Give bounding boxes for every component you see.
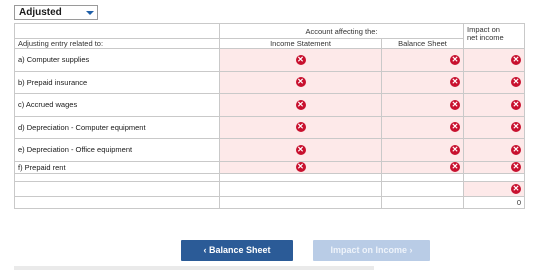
x-circle-icon: ✕ (511, 183, 521, 194)
row-label: d) Depreciation - Computer equipment (14, 115, 220, 139)
spacer-cell (219, 172, 382, 182)
empty-cell (381, 195, 464, 209)
income-statement-select[interactable]: ✕ (219, 48, 382, 72)
income-statement-select[interactable]: ✕ (219, 70, 382, 94)
income-statement-select[interactable]: ✕ (219, 115, 382, 139)
income-statement-select[interactable]: ✕ (219, 160, 382, 174)
x-circle-icon: ✕ (450, 162, 460, 172)
account-affecting-header: Account affecting the: (219, 23, 464, 39)
blank-header (14, 23, 220, 39)
income-statement-header: Income Statement (219, 38, 382, 49)
chevron-right-icon: › (407, 245, 413, 255)
balance-sheet-select[interactable]: ✕ (381, 115, 464, 139)
row-label: e) Depreciation - Office equipment (14, 138, 220, 162)
spacer-row (14, 172, 525, 182)
x-circle-icon: ✕ (450, 77, 460, 88)
x-circle-icon: ✕ (295, 144, 306, 155)
x-circle-icon: ✕ (295, 54, 306, 65)
spacer-cell (463, 172, 525, 182)
empty-cell (381, 180, 464, 197)
dropdown-value: Adjusted (19, 7, 62, 18)
balance-sheet-select[interactable]: ✕ (381, 138, 464, 162)
x-circle-icon: ✕ (450, 122, 460, 133)
x-circle-icon: ✕ (511, 144, 521, 155)
x-circle-icon: ✕ (295, 77, 306, 88)
impact-select[interactable]: ✕ (463, 160, 525, 174)
table-row: e) Depreciation - Office equipment ✕ ✕ ✕ (14, 138, 525, 162)
x-circle-icon: ✕ (295, 162, 306, 172)
row-label: c) Accrued wages (14, 93, 220, 117)
chevron-down-icon (86, 11, 94, 15)
total-impact-value: 0 (463, 195, 525, 209)
total-row: 0 (14, 195, 525, 209)
next-impact-button[interactable]: Impact on Income › (313, 240, 430, 261)
prev-balance-sheet-button[interactable]: ‹ Balance Sheet (181, 240, 293, 261)
balance-sheet-select[interactable]: ✕ (381, 160, 464, 174)
balance-sheet-select[interactable]: ✕ (381, 93, 464, 117)
row-label: f) Prepaid rent (14, 160, 220, 174)
entry-related-header: Adjusting entry related to: (14, 38, 220, 49)
impact-header: Impact on net income (463, 23, 525, 49)
x-circle-icon: ✕ (295, 122, 306, 133)
x-circle-icon: ✕ (511, 122, 521, 133)
row-label: a) Computer supplies (14, 48, 220, 72)
impact-select[interactable]: ✕ (463, 115, 525, 139)
x-circle-icon: ✕ (450, 144, 460, 155)
footnote-text (14, 266, 374, 270)
table-row: c) Accrued wages ✕ ✕ ✕ (14, 93, 525, 117)
spacer-cell (14, 172, 220, 182)
adjusting-entries-table: Account affecting the: Impact on net inc… (14, 23, 525, 209)
row-label: b) Prepaid insurance (14, 70, 220, 94)
extra-row: ✕ (14, 180, 525, 197)
impact-select[interactable]: ✕ (463, 70, 525, 94)
income-statement-select[interactable]: ✕ (219, 93, 382, 117)
x-circle-icon: ✕ (511, 99, 521, 110)
impact-select[interactable]: ✕ (463, 180, 525, 197)
empty-cell (219, 195, 382, 209)
empty-cell (219, 180, 382, 197)
empty-cell (14, 195, 220, 209)
balance-sheet-header: Balance Sheet (381, 38, 464, 49)
x-circle-icon: ✕ (450, 99, 460, 110)
balance-sheet-select[interactable]: ✕ (381, 70, 464, 94)
impact-select[interactable]: ✕ (463, 93, 525, 117)
empty-cell (14, 180, 220, 197)
x-circle-icon: ✕ (295, 99, 306, 110)
x-circle-icon: ✕ (511, 54, 521, 65)
balance-sheet-select[interactable]: ✕ (381, 48, 464, 72)
table-row: b) Prepaid insurance ✕ ✕ ✕ (14, 70, 525, 94)
table-row: a) Computer supplies ✕ ✕ ✕ (14, 48, 525, 72)
income-statement-select[interactable]: ✕ (219, 138, 382, 162)
spacer-cell (381, 172, 464, 182)
impact-select[interactable]: ✕ (463, 138, 525, 162)
table-row: d) Depreciation - Computer equipment ✕ ✕… (14, 115, 525, 139)
x-circle-icon: ✕ (511, 77, 521, 88)
x-circle-icon: ✕ (450, 54, 460, 65)
impact-select[interactable]: ✕ (463, 48, 525, 72)
view-dropdown[interactable]: Adjusted (14, 5, 98, 20)
table-row: f) Prepaid rent ✕ ✕ ✕ (14, 160, 525, 174)
x-circle-icon: ✕ (511, 162, 521, 172)
